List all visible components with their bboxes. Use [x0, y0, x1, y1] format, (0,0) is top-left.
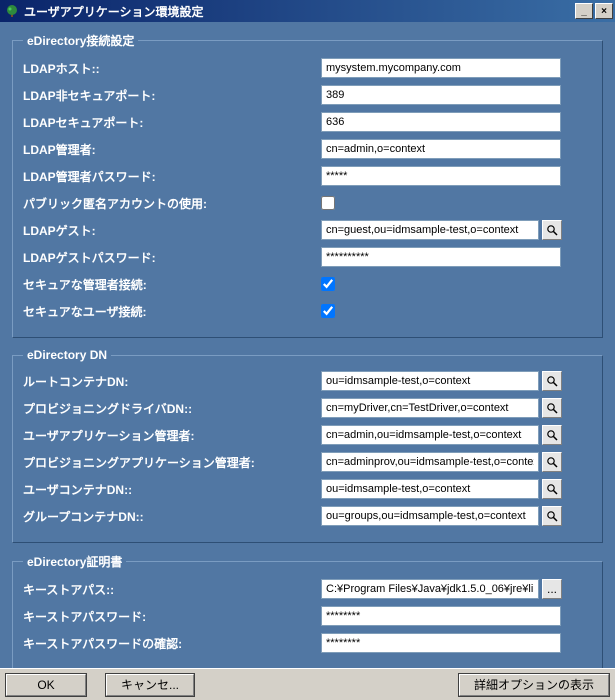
- search-icon: [546, 429, 558, 441]
- prov-app-admin-label: プロビジョニングアプリケーション管理者:: [23, 454, 321, 471]
- section-legend: eDirectory接続設定: [23, 32, 138, 49]
- ldap-nonsecure-port-input[interactable]: [321, 85, 561, 105]
- keystore-path-browse-button[interactable]: ...: [542, 579, 562, 599]
- root-container-input[interactable]: [321, 371, 539, 391]
- section-legend: eDirectory証明書: [23, 553, 126, 570]
- ldap-guest-pw-label: LDAPゲストパスワード:: [23, 249, 321, 266]
- ldap-admin-input[interactable]: [321, 139, 561, 159]
- search-icon: [546, 224, 558, 236]
- close-button[interactable]: ×: [595, 3, 613, 19]
- cancel-button[interactable]: キャンセ...: [106, 674, 194, 696]
- section-legend: eDirectory DN: [23, 348, 111, 362]
- ldap-host-input[interactable]: [321, 58, 561, 78]
- prov-driver-browse-button[interactable]: [542, 398, 562, 418]
- keystore-path-label: キーストアパス::: [23, 581, 321, 598]
- keystore-pw-confirm-input[interactable]: [321, 633, 561, 653]
- window-title: ユーザアプリケーション環境設定: [24, 3, 575, 20]
- search-icon: [546, 375, 558, 387]
- keystore-path-input[interactable]: [321, 579, 539, 599]
- keystore-pw-input[interactable]: [321, 606, 561, 626]
- keystore-pw-confirm-label: キーストアパスワードの確認:: [23, 635, 321, 652]
- user-container-browse-button[interactable]: [542, 479, 562, 499]
- prov-app-admin-input[interactable]: [321, 452, 539, 472]
- secure-user-conn-label: セキュアなユーザ接続:: [23, 303, 321, 320]
- search-icon: [546, 456, 558, 468]
- app-icon: [4, 3, 20, 19]
- ldap-secure-port-input[interactable]: [321, 112, 561, 132]
- ldap-host-label: LDAPホスト::: [23, 60, 321, 77]
- secure-user-conn-checkbox[interactable]: [321, 304, 335, 318]
- advanced-options-button[interactable]: 詳細オプションの表示: [459, 674, 609, 696]
- ellipsis-icon: ...: [547, 582, 557, 596]
- secure-admin-conn-label: セキュアな管理者接続:: [23, 276, 321, 293]
- prov-driver-label: プロビジョニングドライバDN::: [23, 400, 321, 417]
- ldap-secure-port-label: LDAPセキュアポート:: [23, 114, 321, 131]
- ldap-guest-browse-button[interactable]: [542, 220, 562, 240]
- ldap-nonsecure-port-label: LDAP非セキュアポート:: [23, 87, 321, 104]
- ldap-guest-label: LDAPゲスト:: [23, 222, 321, 239]
- ldap-guest-input[interactable]: [321, 220, 539, 240]
- secure-admin-conn-checkbox[interactable]: [321, 277, 335, 291]
- prov-app-admin-browse-button[interactable]: [542, 452, 562, 472]
- content-area: eDirectory接続設定 LDAPホスト:: LDAP非セキュアポート: L…: [0, 22, 615, 668]
- titlebar: ユーザアプリケーション環境設定 _ ×: [0, 0, 615, 22]
- ldap-admin-pw-label: LDAP管理者パスワード:: [23, 168, 321, 185]
- uapp-admin-label: ユーザアプリケーション管理者:: [23, 427, 321, 444]
- window-buttons: _ ×: [575, 3, 613, 19]
- search-icon: [546, 402, 558, 414]
- minimize-button[interactable]: _: [575, 3, 593, 19]
- search-icon: [546, 483, 558, 495]
- edirectory-connection-section: eDirectory接続設定 LDAPホスト:: LDAP非セキュアポート: L…: [12, 32, 603, 338]
- public-anon-label: パブリック匿名アカウントの使用:: [23, 195, 321, 212]
- prov-driver-input[interactable]: [321, 398, 539, 418]
- search-icon: [546, 510, 558, 522]
- root-container-browse-button[interactable]: [542, 371, 562, 391]
- group-container-input[interactable]: [321, 506, 539, 526]
- root-container-label: ルートコンテナDN:: [23, 373, 321, 390]
- button-bar: OK キャンセ... 詳細オプションの表示: [0, 668, 615, 700]
- uapp-admin-input[interactable]: [321, 425, 539, 445]
- group-container-label: グループコンテナDN::: [23, 508, 321, 525]
- ldap-admin-pw-input[interactable]: [321, 166, 561, 186]
- user-container-input[interactable]: [321, 479, 539, 499]
- edirectory-dn-section: eDirectory DN ルートコンテナDN: プロビジョニングドライバDN:…: [12, 348, 603, 543]
- uapp-admin-browse-button[interactable]: [542, 425, 562, 445]
- user-container-label: ユーザコンテナDN::: [23, 481, 321, 498]
- ldap-admin-label: LDAP管理者:: [23, 141, 321, 158]
- public-anon-checkbox[interactable]: [321, 196, 335, 210]
- keystore-pw-label: キーストアパスワード:: [23, 608, 321, 625]
- ok-button[interactable]: OK: [6, 674, 86, 696]
- group-container-browse-button[interactable]: [542, 506, 562, 526]
- edirectory-cert-section: eDirectory証明書 キーストアパス:: ... キーストアパスワード: …: [12, 553, 603, 668]
- ldap-guest-pw-input[interactable]: [321, 247, 561, 267]
